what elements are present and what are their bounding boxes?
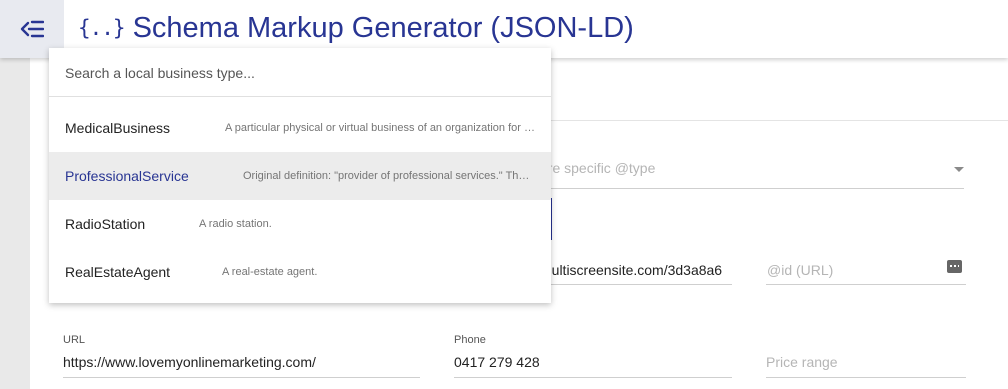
more-specific-type-select[interactable]: ore specific @type [540, 152, 964, 189]
left-rail [0, 58, 30, 389]
keyboard-icon[interactable] [947, 260, 962, 273]
url-field[interactable]: URL https://www.lovemyonlinemarketing.co… [63, 334, 420, 378]
business-type-dropdown: Search a local business type... MedicalB… [49, 48, 551, 303]
id-url-placeholder: @id (URL) [767, 262, 834, 278]
phone-field[interactable]: Phone 0417 279 428 [454, 334, 732, 378]
option-name: RadioStation [65, 216, 146, 232]
price-range-field[interactable]: Price range [766, 334, 966, 378]
json-logo-icon: {..} [78, 16, 126, 40]
option-description: A real-estate agent. [222, 266, 318, 278]
page-title-text: Schema Markup Generator (JSON-LD) [132, 11, 634, 44]
option-description: A radio station. [199, 218, 272, 230]
divider [550, 120, 1008, 121]
option-name: RealEstateAgent [65, 264, 171, 280]
business-type-search-input[interactable]: Search a local business type... [49, 48, 551, 97]
phone-label: Phone [454, 334, 486, 346]
select-placeholder: ore specific @type [540, 160, 656, 176]
id-url-input[interactable]: @id (URL) [766, 257, 966, 285]
dropdown-option-professionalservice[interactable]: ProfessionalService Original definition:… [49, 152, 551, 200]
dropdown-arrow-icon [954, 167, 964, 172]
id-value: multiscreensite.com/3d3a8a6 [540, 262, 723, 278]
url-value: https://www.lovemyonlinemarketing.com/ [63, 354, 316, 370]
dropdown-option-medicalbusiness[interactable]: MedicalBusiness A particular physical or… [49, 104, 551, 152]
option-description: Original definition: "provider of profes… [243, 170, 535, 182]
dropdown-option-realestateagent[interactable]: RealEstateAgent A real-estate agent. [49, 248, 551, 296]
menu-collapse-icon [20, 20, 44, 38]
dropdown-option-radiostation[interactable]: RadioStation A radio station. [49, 200, 551, 248]
search-placeholder: Search a local business type... [65, 65, 255, 81]
id-input[interactable]: multiscreensite.com/3d3a8a6 [540, 257, 732, 285]
page-title: {..} Schema Markup Generator (JSON-LD) [78, 10, 634, 46]
phone-value: 0417 279 428 [454, 354, 540, 370]
price-range-placeholder: Price range [766, 354, 838, 370]
option-description: A particular physical or virtual busines… [225, 122, 535, 134]
url-label: URL [63, 334, 86, 346]
option-name: MedicalBusiness [65, 120, 171, 136]
option-name: ProfessionalService [65, 168, 189, 184]
